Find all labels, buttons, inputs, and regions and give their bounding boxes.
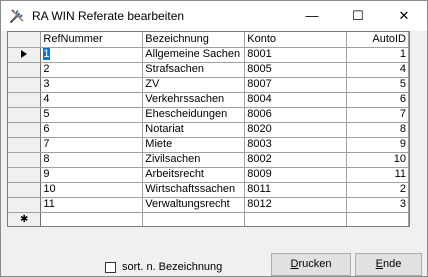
cell-autoid[interactable]: 1 [346,47,409,63]
current-row-arrow-icon [21,50,28,59]
cell-bezeichnung[interactable]: Miete [142,137,246,153]
cell-refnummer[interactable]: 10 [40,182,144,198]
close-button[interactable]: ✕ [381,1,427,31]
cell-konto[interactable]: 8002 [244,152,348,168]
cell-konto[interactable]: 8009 [244,167,348,183]
cell-bezeichnung[interactable]: Strafsachen [142,62,246,78]
cell-bezeichnung[interactable]: Zivilsachen [142,152,246,168]
cell-refnummer[interactable]: 3 [40,77,144,93]
cell-konto[interactable]: 8003 [244,137,348,153]
table-row[interactable]: 1 Allgemeine Sachen 8001 1 [8,47,409,63]
row-selector[interactable] [8,152,42,168]
cell-autoid[interactable]: 6 [346,92,409,108]
new-cell-bezeichnung[interactable] [142,212,246,226]
title-bar[interactable]: RA WIN Referate bearbeiten — ☐ ✕ [1,1,427,31]
maximize-button[interactable]: ☐ [335,1,381,31]
cell-konto[interactable]: 8006 [244,107,348,123]
footer: sort. n. Bezeichnung Drucken Ende [1,227,427,277]
sort-by-name-toggle[interactable]: sort. n. Bezeichnung [105,260,222,274]
end-button-label: nde [382,258,402,270]
header-row: RefNummer Bezeichnung Konto AutoID [8,32,409,48]
cell-refnummer[interactable]: 5 [40,107,144,123]
table-row[interactable]: 7 Miete 8003 9 [8,137,409,153]
row-selector[interactable] [8,137,42,153]
end-button-accel: E [375,258,383,270]
row-selector[interactable] [8,47,42,63]
window-title: RA WIN Referate bearbeiten [32,9,185,23]
table-row[interactable]: 2 Strafsachen 8005 4 [8,62,409,78]
selected-cell-text: 1 [43,48,50,60]
column-header-konto[interactable]: Konto [244,32,348,48]
tools-icon [9,9,24,24]
row-selector[interactable] [8,182,42,198]
table-row[interactable]: 9 Arbeitsrecht 8009 11 [8,167,409,183]
cell-autoid[interactable]: 11 [346,167,409,183]
cell-konto[interactable]: 8005 [244,62,348,78]
new-row-asterisk-icon[interactable]: ✱ [8,212,42,226]
cell-bezeichnung[interactable]: Verwaltungsrecht [142,197,246,213]
cell-refnummer[interactable]: 1 [40,47,144,63]
cell-konto[interactable]: 8001 [244,47,348,63]
column-header-bezeichnung[interactable]: Bezeichnung [142,32,246,48]
sort-checkbox[interactable] [105,261,116,273]
new-cell-konto[interactable] [244,212,348,226]
new-cell-refnummer[interactable] [40,212,144,226]
cell-autoid[interactable]: 4 [346,62,409,78]
table-row[interactable]: 3 ZV 8007 5 [8,77,409,93]
cell-bezeichnung[interactable]: Arbeitsrecht [142,167,246,183]
table-row[interactable]: 4 Verkehrssachen 8004 6 [8,92,409,108]
cell-konto[interactable]: 8020 [244,122,348,138]
cell-autoid[interactable]: 9 [346,137,409,153]
column-header-autoid[interactable]: AutoID [346,32,409,48]
print-button-label: rucken [298,258,332,270]
data-table: RefNummer Bezeichnung Konto AutoID 1 Allg… [8,32,409,226]
new-record-row[interactable]: ✱ [8,212,409,226]
cell-refnummer[interactable]: 11 [40,197,144,213]
cell-refnummer[interactable]: 6 [40,122,144,138]
referate-grid[interactable]: RefNummer Bezeichnung Konto AutoID 1 Allg… [7,31,410,227]
header-selector[interactable] [8,32,42,48]
end-button[interactable]: Ende [355,253,422,276]
cell-bezeichnung[interactable]: Verkehrssachen [142,92,246,108]
cell-bezeichnung[interactable]: Notariat [142,122,246,138]
row-selector[interactable] [8,122,42,138]
print-button[interactable]: Drucken [271,253,351,276]
cell-autoid[interactable]: 3 [346,197,409,213]
app-window: RA WIN Referate bearbeiten — ☐ ✕ RefNumm… [0,0,428,277]
table-row[interactable]: 10 Wirtschaftssachen 8011 2 [8,182,409,198]
cell-refnummer[interactable]: 8 [40,152,144,168]
table-row[interactable]: 8 Zivilsachen 8002 10 [8,152,409,168]
new-cell-autoid[interactable] [346,212,409,226]
cell-refnummer[interactable]: 2 [40,62,144,78]
table-row[interactable]: 11 Verwaltungsrecht 8012 3 [8,197,409,213]
column-header-refnummer[interactable]: RefNummer [40,32,144,48]
row-selector[interactable] [8,167,42,183]
cell-bezeichnung[interactable]: Wirtschaftssachen [142,182,246,198]
cell-bezeichnung[interactable]: ZV [142,77,246,93]
row-selector[interactable] [8,107,42,123]
cell-autoid[interactable]: 10 [346,152,409,168]
row-selector[interactable] [8,77,42,93]
table-row[interactable]: 6 Notariat 8020 8 [8,122,409,138]
row-selector[interactable] [8,197,42,213]
cell-bezeichnung[interactable]: Allgemeine Sachen [142,47,246,63]
cell-konto[interactable]: 8012 [244,197,348,213]
cell-refnummer[interactable]: 4 [40,92,144,108]
cell-konto[interactable]: 8004 [244,92,348,108]
cell-autoid[interactable]: 2 [346,182,409,198]
sort-checkbox-label: sort. n. Bezeichnung [122,261,223,273]
cell-bezeichnung[interactable]: Ehescheidungen [142,107,246,123]
cell-autoid[interactable]: 8 [346,122,409,138]
cell-autoid[interactable]: 7 [346,107,409,123]
cell-konto[interactable]: 8011 [244,182,348,198]
row-selector[interactable] [8,92,42,108]
minimize-button[interactable]: — [289,1,335,31]
cell-konto[interactable]: 8007 [244,77,348,93]
cell-autoid[interactable]: 5 [346,77,409,93]
cell-refnummer[interactable]: 9 [40,167,144,183]
table-row[interactable]: 5 Ehescheidungen 8006 7 [8,107,409,123]
cell-refnummer[interactable]: 7 [40,137,144,153]
row-selector[interactable] [8,62,42,78]
